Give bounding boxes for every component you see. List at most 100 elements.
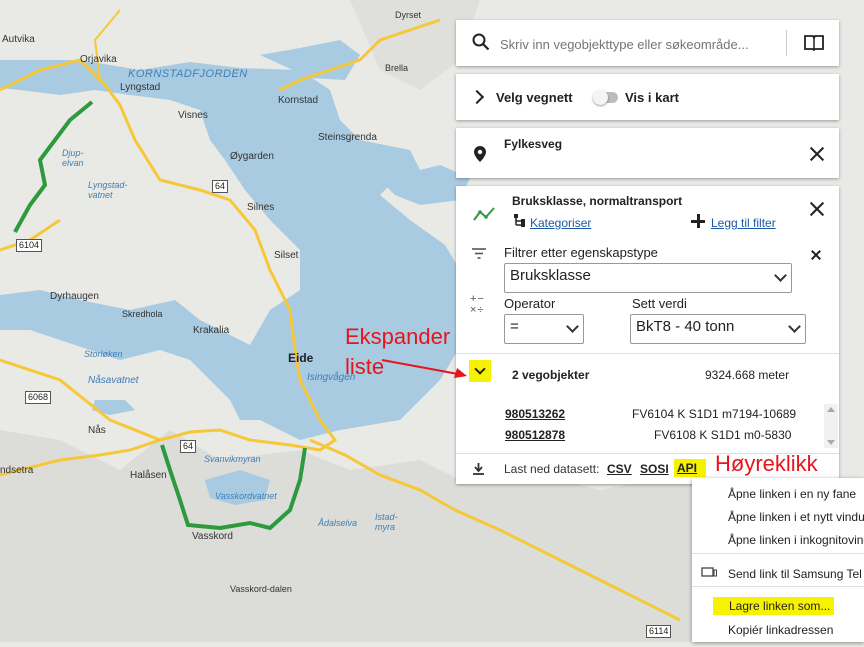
- map-place-label: Lyngstad: [120, 82, 161, 93]
- map-place-label: Vasskord-dalen: [230, 584, 292, 594]
- expand-list-button[interactable]: [469, 360, 491, 382]
- object-type-panel: Bruksklasse, normaltransport Kategoriser…: [456, 186, 839, 484]
- road-number-badge: 6114: [646, 625, 672, 638]
- chart-line-icon: [473, 207, 495, 221]
- menu-item-save-link[interactable]: Lagre linken som...: [713, 597, 835, 615]
- menu-item-send-samsung[interactable]: Send link til Samsung Tel: [728, 567, 862, 581]
- object-type-title: Bruksklasse, normaltransport: [512, 194, 683, 208]
- divider: [456, 353, 839, 354]
- map-water-label: Istad-myra: [375, 512, 398, 532]
- road-number-badge: 64: [212, 180, 229, 193]
- map-place-label: Visnes: [178, 110, 208, 121]
- context-menu: Åpne linken i en ny fane Åpne linken i e…: [692, 478, 864, 642]
- map-place-label: Øygarden: [230, 151, 274, 162]
- object-id-link[interactable]: 980512878: [505, 428, 565, 442]
- menu-item-copy-link[interactable]: Kopiér linkadressen: [728, 623, 833, 637]
- search-divider: [786, 30, 787, 56]
- map-place-label: Autvika: [2, 34, 35, 45]
- search-input[interactable]: [498, 32, 772, 56]
- plus-icon[interactable]: [691, 214, 705, 228]
- map-place-label: Eide: [288, 351, 314, 365]
- book-icon[interactable]: [804, 34, 824, 51]
- search-icon: [472, 33, 490, 51]
- location-pin-icon: [474, 146, 486, 162]
- road-number-badge: 64: [180, 440, 197, 453]
- annotation-expand-line1: Ekspander: [345, 324, 451, 349]
- value-value: BkT8 - 40 tonn: [636, 318, 735, 335]
- object-id-link[interactable]: 980513262: [505, 407, 565, 421]
- operator-value: =: [510, 318, 519, 335]
- download-api-link[interactable]: API: [674, 459, 707, 477]
- map-place-label: Nås: [88, 425, 106, 436]
- map-place-label: Brella: [385, 63, 409, 73]
- map-place-label: Orjavika: [80, 54, 117, 65]
- map-place-label: Krakalia: [193, 325, 230, 336]
- map-place-label: Kornstad: [278, 95, 319, 106]
- chevron-right-icon: [469, 89, 485, 105]
- map-water-label: KORNSTADFJORDEN: [128, 68, 248, 80]
- scroll-down-icon[interactable]: [827, 440, 835, 445]
- road-network-panel[interactable]: Velg vegnett Vis i kart: [456, 74, 839, 120]
- map-water-label: Djup-elvan: [62, 148, 84, 168]
- close-icon[interactable]: [808, 200, 826, 218]
- chevron-down-icon: [774, 269, 787, 282]
- menu-item-open-new-window[interactable]: Åpne linken i et nytt vindu: [728, 510, 864, 524]
- scroll-up-icon[interactable]: [827, 407, 835, 412]
- download-label: Last ned datasett:: [504, 462, 600, 476]
- road-number-badge: 6104: [16, 239, 43, 252]
- map-water-label: Lyngstad-vatnet: [88, 180, 128, 200]
- annotation-expand-line2: liste: [345, 354, 385, 379]
- map-place-label: Skredhola: [122, 309, 163, 319]
- annotation-arrow: [381, 359, 467, 378]
- value-label: Sett verdi: [632, 296, 687, 311]
- add-filter-link[interactable]: Legg til filter: [711, 216, 776, 230]
- device-icon: [701, 567, 717, 577]
- area-filter-label: Fylkesveg: [504, 137, 563, 151]
- area-filter-panel: Fylkesveg: [456, 128, 839, 178]
- operator-icon: +− ×÷: [470, 293, 485, 316]
- value-select[interactable]: BkT8 - 40 tonn: [630, 314, 806, 344]
- object-reference: FV6108 K S1D1 m0-5830: [654, 428, 792, 442]
- object-list: 980513262 FV6104 K S1D1 m7194-10689 9805…: [456, 396, 824, 451]
- download-sosi-link[interactable]: SOSI: [640, 462, 669, 476]
- map-place-label: Dyrhaugen: [50, 291, 99, 302]
- object-reference: FV6104 K S1D1 m7194-10689: [632, 407, 797, 421]
- road-number-badge: 6068: [25, 391, 52, 404]
- map-place-label: Halåsen: [130, 470, 167, 481]
- menu-separator: [692, 586, 864, 587]
- menu-item-open-incognito[interactable]: Åpne linken i inkognitovindu: [728, 533, 864, 547]
- map-water-label: Svanvikmyran: [204, 454, 261, 464]
- toggle-label: Vis i kart: [625, 90, 679, 105]
- chevron-down-icon: [788, 320, 801, 333]
- download-icon: [473, 463, 484, 475]
- map-place-label: Steinsgrenda: [318, 132, 377, 143]
- filter-lines-icon: [472, 248, 486, 259]
- map-place-label: Silset: [274, 250, 299, 261]
- road-network-label: Velg vegnett: [496, 90, 573, 105]
- map-water-label: Ådalselva: [318, 518, 358, 528]
- categorize-link[interactable]: Kategoriser: [530, 216, 591, 230]
- map-place-label: Vasskord: [192, 531, 233, 542]
- object-count: 2 vegobjekter: [512, 368, 590, 382]
- object-length: 9324.668 meter: [705, 368, 790, 382]
- close-filter-icon[interactable]: [810, 249, 822, 261]
- menu-item-open-new-tab[interactable]: Åpne linken i en ny fane: [728, 487, 856, 501]
- search-panel: [456, 20, 839, 66]
- list-scrollbar[interactable]: [824, 404, 838, 448]
- annotation-right-click: Høyreklikk: [715, 451, 818, 476]
- map-water-label: Nåsavatnet: [88, 375, 139, 386]
- property-type-select[interactable]: Bruksklasse: [504, 263, 792, 293]
- filter-property-label: Filtrer etter egenskapstype: [504, 245, 658, 260]
- chevron-down-icon: [566, 320, 579, 333]
- map-place-label: ndsetra: [0, 465, 34, 476]
- hierarchy-icon: [514, 214, 525, 227]
- download-csv-link[interactable]: CSV: [607, 462, 632, 476]
- map-place-label: Dyrset: [395, 10, 422, 20]
- chevron-down-icon: [474, 363, 486, 375]
- operator-select[interactable]: =: [504, 314, 584, 344]
- map-visibility-toggle[interactable]: [593, 90, 618, 105]
- toggle-knob: [593, 90, 608, 105]
- operator-label: Operator: [504, 296, 556, 311]
- map-water-label: Storløken: [84, 349, 123, 359]
- close-icon[interactable]: [808, 145, 826, 163]
